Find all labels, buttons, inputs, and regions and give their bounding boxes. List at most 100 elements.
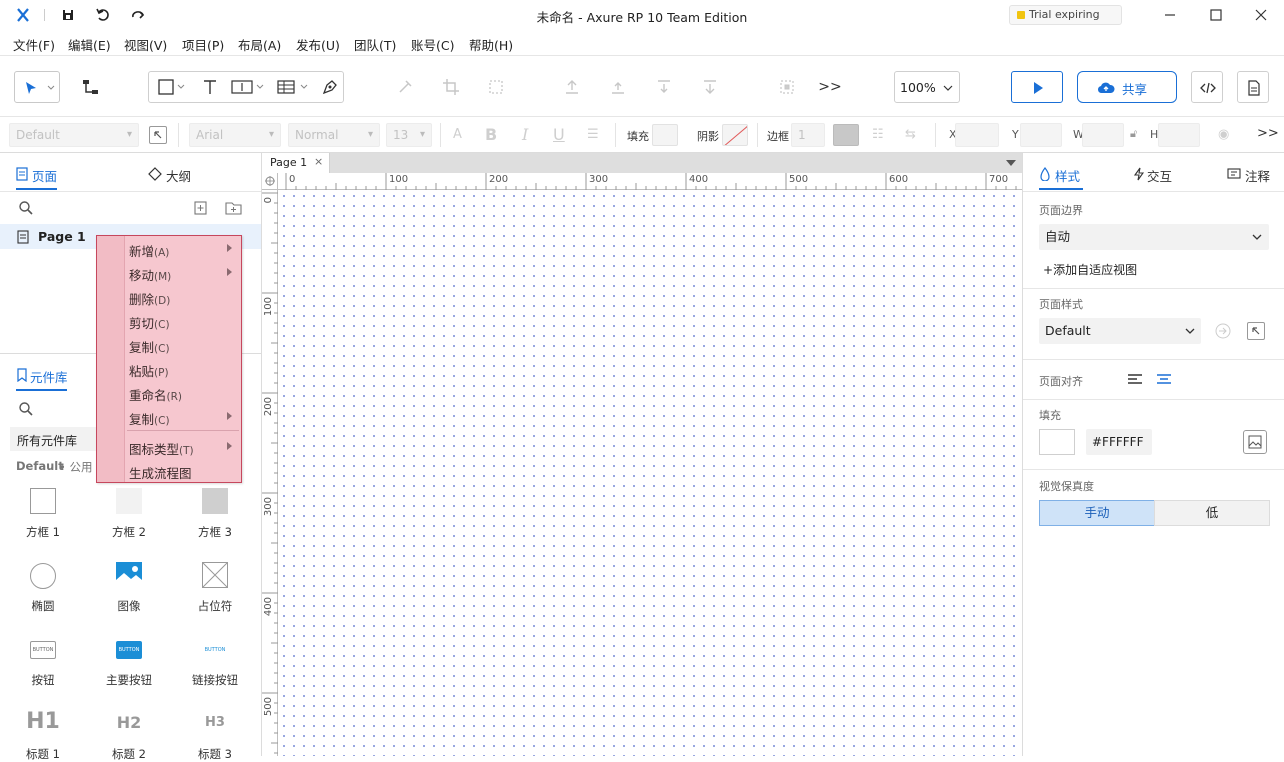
code-button[interactable] bbox=[1191, 71, 1223, 103]
style-manage-icon[interactable] bbox=[149, 126, 167, 144]
context-menu-item[interactable]: 图标类型(T) bbox=[97, 435, 241, 459]
menu-arrange[interactable]: 布局(A) bbox=[238, 35, 281, 54]
page-tab[interactable]: Page 1 × bbox=[262, 153, 330, 173]
italic-icon[interactable]: I bbox=[522, 125, 528, 144]
share-button[interactable]: 共享 bbox=[1077, 71, 1177, 103]
zoom-select[interactable]: 100% bbox=[894, 71, 960, 103]
lock-icon[interactable]: 🔓︎ bbox=[1130, 127, 1137, 141]
crop-icon[interactable] bbox=[431, 72, 471, 102]
add-adaptive-view-link[interactable]: +添加自适应视图 bbox=[1043, 261, 1137, 278]
context-menu-item[interactable]: 粘贴(P) bbox=[97, 357, 241, 381]
add-folder-icon[interactable] bbox=[225, 200, 243, 216]
menu-file[interactable]: 文件(F) bbox=[13, 35, 55, 54]
fill-color-swatch[interactable] bbox=[652, 124, 678, 146]
transform-icon[interactable] bbox=[476, 72, 516, 102]
format-more-button[interactable]: >> bbox=[1257, 126, 1279, 141]
more-tools-button[interactable]: >> bbox=[810, 72, 850, 102]
page-fill-hex[interactable]: #FFFFFF bbox=[1086, 429, 1152, 455]
format-painter-icon[interactable] bbox=[385, 72, 425, 102]
context-menu-item[interactable]: 复制(C) bbox=[97, 405, 241, 429]
trial-badge[interactable]: Trial expiring soon bbox=[1009, 5, 1122, 39]
context-menu-item[interactable]: 重命名(R) bbox=[97, 381, 241, 405]
widget-box-1[interactable]: 方框 1 bbox=[0, 487, 86, 543]
widget-image[interactable]: 图像 bbox=[86, 561, 172, 617]
border-style-icon[interactable]: ☷ bbox=[872, 127, 884, 142]
menu-edit[interactable]: 编辑(E) bbox=[68, 35, 111, 54]
widget-h2[interactable]: H2 标题 2 bbox=[86, 709, 172, 761]
widget-placeholder[interactable]: 占位符 bbox=[172, 561, 258, 617]
align-center-icon[interactable] bbox=[1156, 372, 1172, 386]
pages-search-icon[interactable] bbox=[18, 200, 34, 216]
widget-primary-button[interactable]: BUTTON 主要按钮 bbox=[86, 639, 172, 695]
select-tool-button[interactable] bbox=[14, 71, 60, 103]
list-icon[interactable]: ☰ bbox=[587, 127, 599, 142]
document-button[interactable] bbox=[1237, 71, 1269, 103]
fill-image-icon[interactable] bbox=[1243, 430, 1267, 454]
widget-ellipse[interactable]: 椭圆 bbox=[0, 561, 86, 617]
menu-project[interactable]: 项目(P) bbox=[182, 35, 224, 54]
page-style-select[interactable]: Default bbox=[1039, 318, 1201, 344]
context-menu-item[interactable]: 复制(C) bbox=[97, 333, 241, 357]
widget-link-button[interactable]: BUTTON 链接按钮 bbox=[172, 639, 258, 695]
menu-team[interactable]: 团队(T) bbox=[354, 35, 396, 54]
design-canvas[interactable] bbox=[278, 190, 1022, 756]
bring-forward-icon[interactable] bbox=[598, 72, 638, 102]
y-input[interactable] bbox=[1020, 123, 1062, 147]
add-page-icon[interactable] bbox=[193, 200, 209, 216]
widget-box-2[interactable]: 方框 2 bbox=[86, 487, 172, 543]
style-select[interactable]: Default ▾ bbox=[9, 123, 139, 147]
context-menu-item[interactable]: 删除(D) bbox=[97, 285, 241, 309]
send-back-icon[interactable] bbox=[690, 72, 730, 102]
menu-publish[interactable]: 发布(U) bbox=[296, 35, 340, 54]
manage-styles-icon[interactable] bbox=[1247, 322, 1265, 340]
apply-style-icon[interactable] bbox=[1214, 322, 1232, 340]
widget-box-3[interactable]: 方框 3 bbox=[172, 487, 258, 543]
h-input[interactable] bbox=[1158, 123, 1200, 147]
x-input[interactable] bbox=[955, 123, 999, 147]
context-menu-item[interactable]: 新增(A) bbox=[97, 237, 241, 261]
menu-help[interactable]: 帮助(H) bbox=[469, 35, 513, 54]
fidelity-manual-button[interactable]: 手动 bbox=[1039, 500, 1155, 526]
page-bounds-select[interactable]: 自动 bbox=[1039, 224, 1269, 250]
preview-button[interactable] bbox=[1011, 71, 1063, 103]
menu-account[interactable]: 账号(C) bbox=[411, 35, 454, 54]
widget-button[interactable]: BUTTON 按钮 bbox=[0, 639, 86, 695]
font-size-select[interactable]: 13 ▾ bbox=[386, 123, 432, 147]
menu-view[interactable]: 视图(V) bbox=[124, 35, 167, 54]
bold-icon[interactable]: B bbox=[485, 125, 497, 144]
close-tab-icon[interactable]: × bbox=[314, 155, 323, 168]
context-menu-item[interactable]: 剪切(C) bbox=[97, 309, 241, 333]
border-width-input[interactable]: 1 bbox=[791, 123, 825, 147]
border-color-swatch[interactable] bbox=[833, 124, 859, 146]
tab-dropdown-icon[interactable] bbox=[1006, 159, 1016, 167]
library-select[interactable]: 所有元件库 bbox=[10, 427, 96, 451]
widget-h3[interactable]: H3 标题 3 bbox=[172, 709, 258, 761]
text-color-icon[interactable]: A bbox=[453, 127, 462, 142]
context-menu-item[interactable]: 生成流程图 bbox=[97, 459, 241, 483]
fidelity-low-button[interactable]: 低 bbox=[1154, 500, 1270, 526]
visibility-icon[interactable]: ◉ bbox=[1218, 127, 1229, 142]
align-left-icon[interactable] bbox=[1127, 372, 1143, 386]
rectangle-tool-button[interactable] bbox=[148, 72, 194, 102]
context-menu-item[interactable]: 移动(M) bbox=[97, 261, 241, 285]
ruler-corner[interactable] bbox=[262, 173, 278, 190]
group-icon[interactable] bbox=[767, 72, 807, 102]
library-search-icon[interactable] bbox=[18, 401, 34, 417]
vertical-ruler-ticks bbox=[262, 192, 278, 754]
arrow-style-icon[interactable]: ⇆ bbox=[905, 127, 916, 142]
bring-front-icon[interactable] bbox=[552, 72, 592, 102]
font-select[interactable]: Arial ▾ bbox=[189, 123, 281, 147]
underline-icon[interactable]: U bbox=[553, 125, 565, 144]
send-backward-icon[interactable] bbox=[644, 72, 684, 102]
hotspot-tool-button[interactable] bbox=[224, 72, 270, 102]
pen-tool-button[interactable] bbox=[310, 72, 350, 102]
shadow-swatch[interactable] bbox=[722, 124, 748, 146]
close-icon[interactable] bbox=[1252, 6, 1270, 24]
connector-tool-button[interactable] bbox=[70, 72, 110, 102]
widget-h1[interactable]: H1 标题 1 bbox=[0, 709, 86, 761]
minimize-icon[interactable] bbox=[1161, 6, 1179, 24]
maximize-icon[interactable] bbox=[1207, 6, 1225, 24]
page-fill-swatch[interactable] bbox=[1039, 429, 1075, 455]
weight-select[interactable]: Normal ▾ bbox=[288, 123, 380, 147]
w-input[interactable] bbox=[1082, 123, 1124, 147]
